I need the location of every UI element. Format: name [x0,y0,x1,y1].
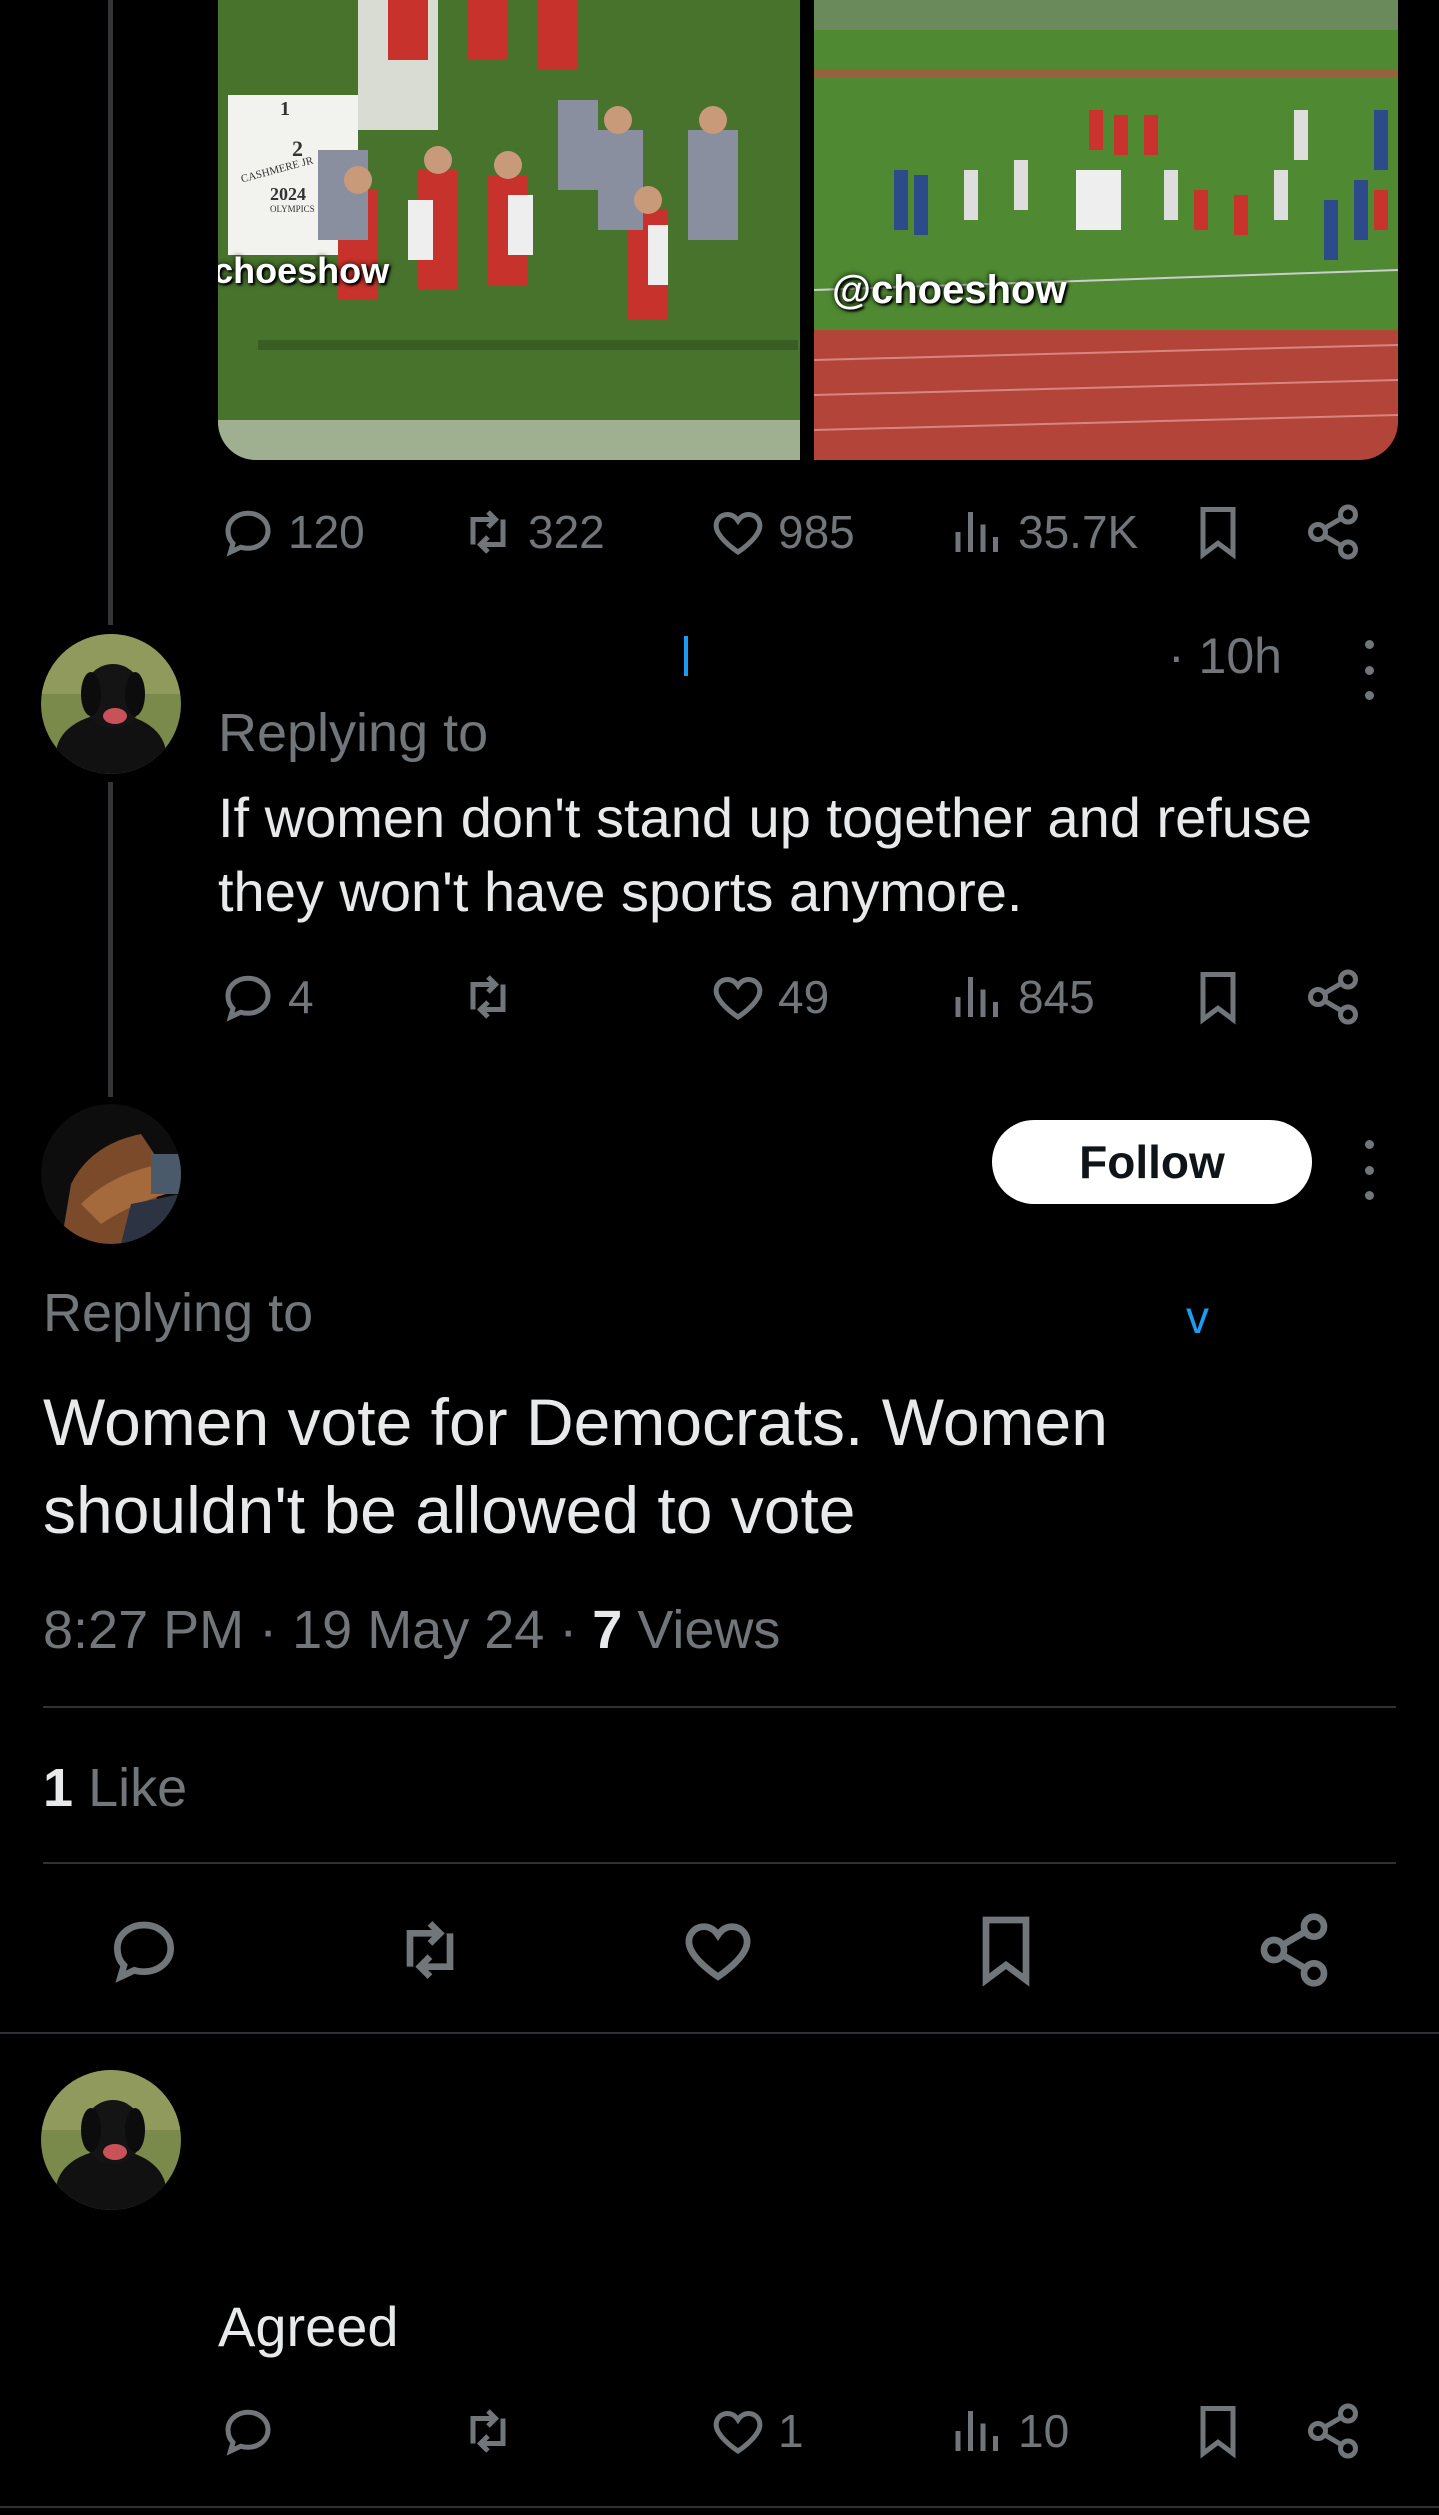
bookmark-icon [982,1916,1030,1987]
share-icon [1308,504,1358,560]
bookmark-button[interactable] [1188,497,1248,567]
views-count: 845 [1018,971,1095,1023]
link-fragment[interactable]: v [1186,1294,1209,1340]
bookmark-icon [1200,507,1236,560]
reply-icon [225,975,271,1022]
reply-button[interactable] [104,1910,184,1990]
media-image-left[interactable]: 1 2 CASHMERE JR 2024 OLYMPICS @choeshow [218,0,800,460]
reply1-action-bar: 4 49 845 [218,962,1398,1032]
share-button[interactable] [1303,497,1363,567]
bookmark-button[interactable] [1188,962,1248,1032]
bookmark-button[interactable] [1188,2396,1248,2466]
views-label: Views [637,1600,781,1660]
share-icon [1260,1913,1328,1987]
reply-icon [225,510,271,557]
reply2-action-bar: 1 10 [218,2396,1398,2466]
reply2-text: Agreed [218,2295,399,2358]
replying-to-label: Replying to [218,703,489,763]
heart-icon [713,976,763,1020]
views-button[interactable]: 845 [948,962,1095,1032]
post-time[interactable]: 8:27 PM [43,1600,244,1660]
repost-icon [470,510,506,554]
repost-button[interactable] [458,962,528,1032]
divider [43,1706,1396,1708]
divider [0,2506,1439,2508]
share-button[interactable] [1303,962,1363,1032]
thread-line-top [108,0,113,625]
bookmark-button[interactable] [966,1910,1046,1990]
like-button[interactable] [678,1910,758,1990]
repost-button[interactable] [390,1910,470,1990]
repost-icon [470,2409,506,2453]
bookmark-icon [1200,972,1236,1025]
main-post-text: Women vote for Democrats. Women shouldn'… [43,1385,1108,1547]
reply1-time: · 10h [1168,628,1282,684]
reply-button[interactable]: 4 [218,962,314,1032]
more-options-button[interactable] [1354,640,1384,700]
divider [43,1862,1396,1864]
replying-to-label: Replying to [43,1283,314,1343]
repost-button[interactable] [458,2396,528,2466]
link-fragment[interactable] [684,636,688,676]
avatar[interactable] [41,634,181,774]
heart-icon [713,2410,763,2454]
share-icon [1308,2403,1358,2459]
likes-label: Like [88,1758,188,1818]
post-date[interactable]: 19 May 24 [292,1600,544,1660]
heart-icon [713,511,763,555]
divider [0,2032,1439,2034]
reply-count: 120 [288,506,365,558]
share-button[interactable] [1254,1910,1334,1990]
media-watermark-right: @choeshow [832,268,1067,312]
reply-icon [225,2409,271,2456]
repost-button[interactable]: 322 [458,497,605,567]
share-icon [1308,969,1358,1025]
repost-icon [406,1920,454,1980]
avatar[interactable] [41,1104,181,1244]
podium-sign: 1 2 CASHMERE JR 2024 OLYMPICS [239,98,315,214]
reply1-text: If women don't stand up together and ref… [218,786,1313,923]
like-button[interactable]: 49 [708,962,829,1032]
post-timestamp: 8:27 PM · 19 May 24 · 7 Views [43,1600,781,1660]
views-icon [955,2411,998,2451]
reply-icon [113,1921,175,1983]
views-count: 35.7K [1018,506,1139,558]
thread-line-middle [108,782,113,1097]
avatar[interactable] [41,2070,181,2210]
share-button[interactable] [1303,2396,1363,2466]
like-button[interactable]: 985 [708,497,855,567]
bookmark-icon [1200,2406,1236,2459]
post1-action-bar: 120 322 985 35.7K [218,497,1398,567]
like-button[interactable]: 1 [708,2396,804,2466]
reply-button[interactable] [218,2396,288,2466]
more-options-button[interactable] [1354,1140,1384,1200]
likes-count: 1 [43,1758,74,1818]
views-count: 10 [1018,2405,1070,2457]
repost-count: 322 [528,506,605,558]
views-icon [955,512,998,552]
views-button[interactable]: 10 [948,2396,1069,2466]
media-watermark-left: @choeshow [218,250,390,291]
heart-icon [685,1923,751,1981]
views-icon [955,977,998,1017]
likes-summary[interactable]: 1 Like [43,1755,187,1821]
media-grid[interactable]: 1 2 CASHMERE JR 2024 OLYMPICS @choeshow [218,0,1398,460]
like-count: 1 [778,2405,804,2457]
media-image-right[interactable]: @choeshow [814,0,1398,460]
views-button[interactable]: 35.7K [948,497,1138,567]
like-count: 49 [778,971,830,1023]
follow-button[interactable]: Follow [992,1120,1312,1204]
repost-icon [470,975,506,1019]
like-count: 985 [778,506,855,558]
reply-count: 4 [288,971,314,1023]
views-count: 7 [592,1600,623,1660]
reply-button[interactable]: 120 [218,497,365,567]
